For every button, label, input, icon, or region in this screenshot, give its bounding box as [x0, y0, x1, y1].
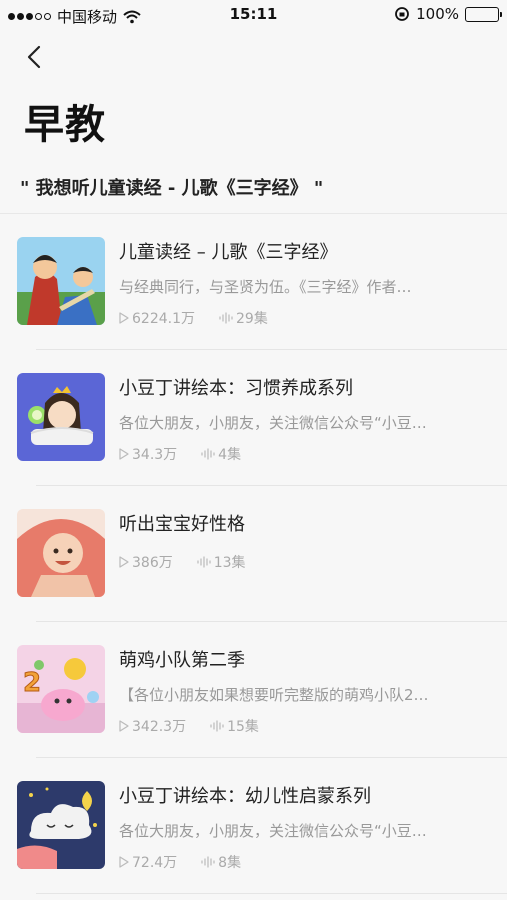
album-title: 小豆丁讲绘本：习惯养成系列	[119, 378, 353, 399]
play-count-label: 34.3万	[132, 447, 178, 463]
play-count: 6224.1万	[119, 308, 195, 328]
play-count: 34.3万	[119, 444, 177, 464]
play-icon	[119, 312, 129, 324]
voice-query-text: " 我想听儿童读经 - 儿歌《三字经》 "	[20, 178, 324, 199]
play-icon	[119, 556, 129, 568]
orientation-lock-icon	[395, 7, 410, 21]
list-item[interactable]: 听出宝宝好性格 386万 13集	[0, 486, 507, 622]
album-description: 各位大朋友，小朋友，关注微信公众号“小豆…	[119, 822, 427, 840]
album-description: 与经典同行，与圣贤为伍。《三字经》作者…	[119, 278, 412, 296]
episode-count-label: 13集	[213, 555, 246, 571]
episode-count-label: 15集	[227, 719, 259, 735]
album-meta: 72.4万 8集	[119, 852, 241, 872]
album-title: 萌鸡小队第二季	[119, 650, 245, 671]
chevron-left-icon	[27, 45, 41, 69]
episode-count: 29集	[219, 308, 268, 328]
list-item[interactable]: 2 萌鸡小队第二季 【各位小朋友如果想要听完整版的萌鸡小队2… 342.3万 1…	[0, 622, 507, 758]
album-title: 听出宝宝好性格	[119, 514, 245, 535]
list-item[interactable]: 小豆丁讲绘本：幼儿性启蒙系列 各位大朋友，小朋友，关注微信公众号“小豆… 72.…	[0, 758, 507, 894]
album-description: 【各位小朋友如果想要听完整版的萌鸡小队2…	[119, 686, 429, 704]
episode-count-label: 8集	[218, 855, 242, 871]
album-meta: 386万 13集	[119, 552, 246, 572]
list-item[interactable]: 小豆丁讲绘本：习惯养成系列 各位大朋友，小朋友，关注微信公众号“小豆… 34.3…	[0, 350, 507, 486]
audio-wave-icon	[219, 312, 233, 324]
album-cover	[17, 781, 105, 869]
list-item[interactable]: 儿童读经 – 儿歌《三字经》 与经典同行，与圣贤为伍。《三字经》作者… 6224…	[0, 214, 507, 350]
album-meta: 34.3万 4集	[119, 444, 241, 464]
audio-wave-icon	[201, 856, 215, 868]
battery-icon	[465, 6, 502, 22]
episode-count-label: 29集	[236, 311, 268, 327]
audio-wave-icon	[197, 556, 211, 568]
album-title: 小豆丁讲绘本：幼儿性启蒙系列	[119, 786, 371, 807]
album-description: 各位大朋友，小朋友，关注微信公众号“小豆…	[119, 414, 427, 432]
album-cover	[17, 509, 105, 597]
album-meta: 342.3万 15集	[119, 716, 259, 736]
album-cover: 2	[17, 645, 105, 733]
album-title: 儿童读经 – 儿歌《三字经》	[119, 242, 338, 263]
episode-count: 15集	[210, 716, 259, 736]
back-button[interactable]	[20, 42, 50, 72]
episode-count: 8集	[201, 852, 241, 872]
play-count-label: 342.3万	[132, 719, 187, 735]
episode-count-label: 4集	[218, 447, 242, 463]
play-icon	[119, 448, 129, 460]
play-icon	[119, 720, 129, 732]
play-icon	[119, 856, 129, 868]
episode-count: 4集	[201, 444, 241, 464]
album-list: 儿童读经 – 儿歌《三字经》 与经典同行，与圣贤为伍。《三字经》作者… 6224…	[0, 214, 507, 894]
play-count: 72.4万	[119, 852, 177, 872]
play-count: 342.3万	[119, 716, 186, 736]
play-count-label: 72.4万	[132, 855, 178, 871]
battery-label: 100%	[416, 5, 459, 23]
play-count-label: 6224.1万	[132, 311, 195, 327]
play-count: 386万	[119, 552, 173, 572]
audio-wave-icon	[210, 720, 224, 732]
album-meta: 6224.1万 29集	[119, 308, 268, 328]
page-title: 早教	[24, 102, 106, 148]
status-bar: 中国移动 15:11 100%	[0, 0, 507, 30]
episode-count: 13集	[197, 552, 246, 572]
play-count-label: 386万	[132, 555, 173, 571]
album-cover	[17, 237, 105, 325]
audio-wave-icon	[201, 448, 215, 460]
status-right: 100%	[394, 5, 502, 23]
album-cover	[17, 373, 105, 461]
svg-text:2: 2	[23, 668, 41, 698]
item-divider	[36, 893, 507, 894]
